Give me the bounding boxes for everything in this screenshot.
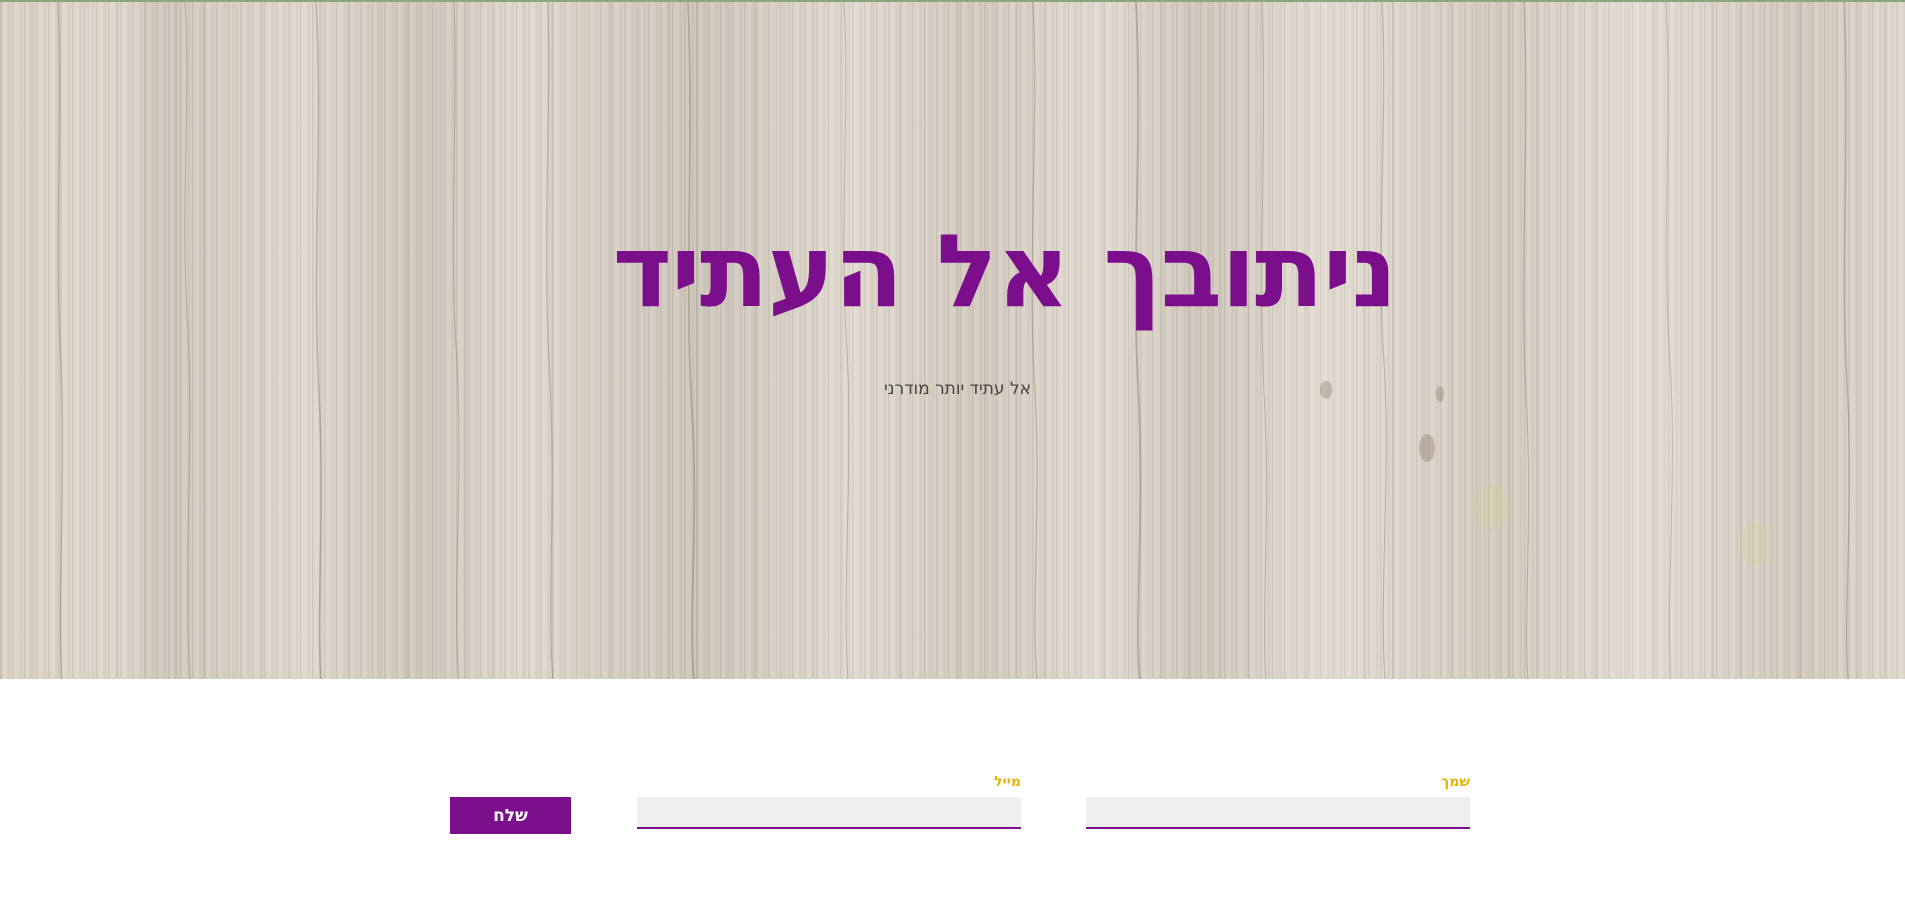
name-input[interactable] xyxy=(1086,797,1470,829)
wood-texture-background xyxy=(57,2,1851,679)
email-input[interactable] xyxy=(637,797,1021,829)
name-field: שמך xyxy=(1086,773,1470,829)
email-field: מייל xyxy=(637,773,1021,829)
hero-section: ניתובך אל העתיד אל עתיד יותר מודרני xyxy=(0,0,1905,679)
page: ניתובך אל העתיד אל עתיד יותר מודרני שמך … xyxy=(0,0,1905,919)
signup-form: שמך מייל שלח xyxy=(0,679,1905,919)
email-label: מייל xyxy=(994,774,1021,790)
submit-button[interactable]: שלח xyxy=(450,797,571,834)
hero-title: ניתובך אל העתיד xyxy=(612,212,1398,330)
name-label: שמך xyxy=(1441,774,1470,790)
hero-subtitle: אל עתיד יותר מודרני xyxy=(884,379,1031,399)
